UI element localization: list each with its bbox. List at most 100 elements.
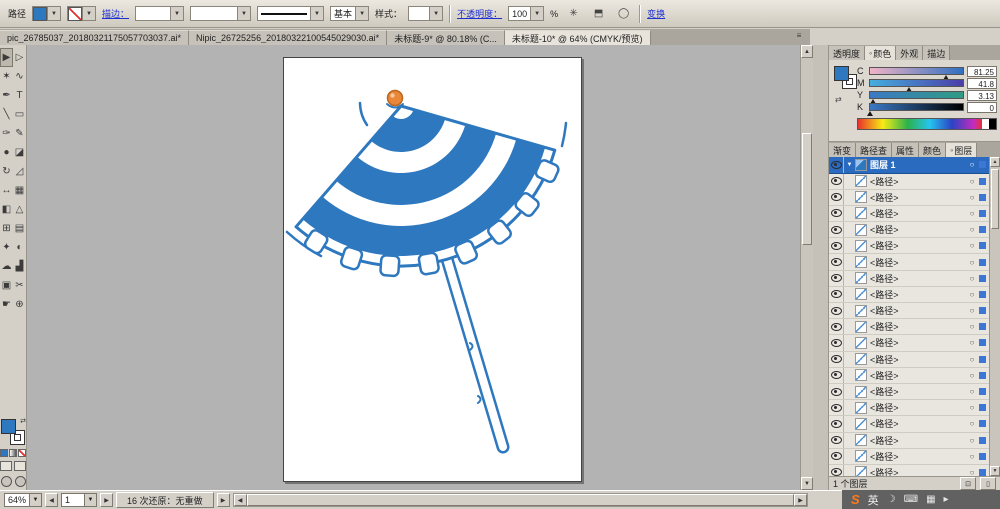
- chevron-down-icon[interactable]: ▼: [530, 7, 543, 20]
- channel-slider[interactable]: [869, 103, 964, 111]
- visibility-toggle[interactable]: [829, 303, 844, 318]
- scroll-right-icon[interactable]: ▶: [794, 494, 807, 506]
- canvas-area[interactable]: [27, 45, 800, 490]
- style-combo[interactable]: ▼: [408, 6, 443, 21]
- artboard[interactable]: [283, 57, 582, 482]
- visibility-toggle[interactable]: [829, 352, 844, 367]
- direct-selection-tool[interactable]: ▷: [13, 48, 26, 67]
- color-mode-button[interactable]: [0, 449, 8, 457]
- channel-slider[interactable]: [869, 79, 964, 87]
- chevron-down-icon[interactable]: ▼: [82, 7, 95, 20]
- eyedropper-tool[interactable]: ✦: [0, 238, 13, 257]
- panel-tab[interactable]: 外观: [896, 46, 923, 60]
- status-expand-button[interactable]: ▶: [217, 493, 230, 507]
- artboard-tool[interactable]: ▣: [0, 276, 13, 295]
- layer-name[interactable]: 图层 1: [870, 158, 966, 171]
- eraser-tool[interactable]: ◪: [13, 143, 26, 162]
- visibility-toggle[interactable]: [829, 271, 844, 286]
- pen-tool[interactable]: ✒: [0, 86, 13, 105]
- lasso-tool[interactable]: ∿: [13, 67, 26, 86]
- swap-fill-stroke-icon[interactable]: ⇄: [20, 417, 26, 425]
- brush-definition-combo[interactable]: 基本▼: [330, 6, 369, 21]
- document-tab[interactable]: 未标题-9* @ 80.18% (C...: [387, 30, 505, 45]
- visibility-toggle[interactable]: [829, 416, 844, 431]
- preferences-icon[interactable]: ◯: [614, 5, 633, 23]
- panel-tab[interactable]: 颜色: [865, 46, 896, 60]
- paintbrush-tool[interactable]: ✑: [0, 124, 13, 143]
- visibility-toggle[interactable]: [829, 222, 844, 237]
- chevron-down-icon[interactable]: ▼: [47, 7, 60, 20]
- layer-path-row[interactable]: <路径> ○: [829, 206, 989, 222]
- delete-layer-button[interactable]: ▯: [980, 477, 996, 490]
- layer-path-row[interactable]: <路径> ○: [829, 352, 989, 368]
- channel-value-field[interactable]: 3.13: [967, 90, 997, 101]
- layer-path-row[interactable]: <路径> ○: [829, 254, 989, 270]
- layer-path-row[interactable]: <路径> ○: [829, 335, 989, 351]
- shape-builder-tool[interactable]: ◧: [0, 200, 13, 219]
- layer-path-row[interactable]: <路径> ○: [829, 433, 989, 449]
- target-circle-icon[interactable]: ○: [966, 322, 978, 331]
- opacity-value-field[interactable]: 100: [509, 9, 530, 19]
- scroll-up-icon[interactable]: ▲: [990, 157, 1000, 167]
- fill-color-swatch[interactable]: [834, 66, 849, 81]
- free-transform-tool[interactable]: ▦: [13, 181, 26, 200]
- scroll-down-icon[interactable]: ▼: [990, 466, 1000, 476]
- layer-path-row[interactable]: <路径> ○: [829, 238, 989, 254]
- horizontal-scroll-thumb[interactable]: [247, 494, 794, 506]
- target-circle-icon[interactable]: ○: [966, 209, 978, 218]
- visibility-toggle[interactable]: [829, 449, 844, 464]
- new-layer-button[interactable]: ⊡: [960, 477, 976, 490]
- channel-value-field[interactable]: 0: [967, 102, 997, 113]
- fill-color-combo[interactable]: ▼: [32, 6, 61, 21]
- chevron-down-icon[interactable]: ▼: [29, 494, 41, 506]
- layer-path-row[interactable]: <路径> ○: [829, 449, 989, 465]
- chevron-down-icon[interactable]: ▼: [170, 7, 183, 20]
- scroll-left-icon[interactable]: ◀: [234, 494, 247, 506]
- panel-tab[interactable]: 属性: [892, 143, 919, 157]
- layer-path-row[interactable]: <路径> ○: [829, 303, 989, 319]
- artboard-number[interactable]: 1: [62, 495, 84, 505]
- target-circle-icon[interactable]: ○: [966, 338, 978, 347]
- target-circle-icon[interactable]: ○: [966, 193, 978, 202]
- line-segment-tool[interactable]: ╲: [0, 105, 13, 124]
- zoom-tool[interactable]: ⊕: [13, 295, 26, 314]
- target-circle-icon[interactable]: ○: [966, 241, 978, 250]
- channel-value-field[interactable]: 41.8: [967, 78, 997, 89]
- target-circle-icon[interactable]: ○: [966, 419, 978, 428]
- document-setup-icon[interactable]: ⬒: [589, 5, 608, 23]
- layer-path-row[interactable]: <路径> ○: [829, 416, 989, 432]
- target-circle-icon[interactable]: ○: [966, 452, 978, 461]
- layer-row-selected[interactable]: ▼ 图层 1 ○: [829, 157, 989, 174]
- opacity-combo[interactable]: 100▼: [508, 6, 544, 21]
- toolbox-circle-button[interactable]: [1, 476, 12, 487]
- visibility-toggle[interactable]: [829, 384, 844, 399]
- layer-path-row[interactable]: <路径> ○: [829, 190, 989, 206]
- target-circle-icon[interactable]: ○: [966, 160, 978, 169]
- panel-tab[interactable]: 透明度: [829, 46, 865, 60]
- layers-scrollbar[interactable]: ▲ ▼: [989, 157, 1000, 476]
- visibility-toggle[interactable]: [829, 465, 844, 476]
- swap-colors-icon[interactable]: ⇄: [835, 95, 842, 104]
- width-tool[interactable]: ↔: [0, 181, 13, 200]
- target-circle-icon[interactable]: ○: [966, 355, 978, 364]
- visibility-toggle[interactable]: [829, 335, 844, 350]
- toolbox-circle-button[interactable]: [15, 476, 26, 487]
- target-circle-icon[interactable]: ○: [966, 290, 978, 299]
- opacity-panel-link[interactable]: 不透明度：: [457, 7, 502, 20]
- layer-path-row[interactable]: <路径> ○: [829, 174, 989, 190]
- blob-brush-tool[interactable]: ●: [0, 143, 13, 162]
- target-circle-icon[interactable]: ○: [966, 468, 978, 476]
- document-tab[interactable]: pic_26785037_20180321175057703037.ai*: [0, 30, 189, 45]
- ime-mode-toggle[interactable]: 英: [868, 492, 879, 508]
- layer-path-row[interactable]: <路径> ○: [829, 222, 989, 238]
- panel-tab[interactable]: 颜色: [919, 143, 946, 157]
- document-tab[interactable]: Nipic_26725256_20180322100545029030.ai*: [189, 30, 387, 45]
- target-circle-icon[interactable]: ○: [966, 177, 978, 186]
- vertical-scroll-thumb[interactable]: [802, 133, 812, 245]
- perspective-grid-tool[interactable]: △: [13, 200, 26, 219]
- brush-stroke-combo[interactable]: ▼: [257, 6, 324, 21]
- previous-artboard-button[interactable]: ◀: [45, 493, 58, 507]
- scroll-up-icon[interactable]: ▲: [801, 45, 813, 58]
- layer-path-row[interactable]: <路径> ○: [829, 400, 989, 416]
- column-graph-tool[interactable]: ▟: [13, 257, 26, 276]
